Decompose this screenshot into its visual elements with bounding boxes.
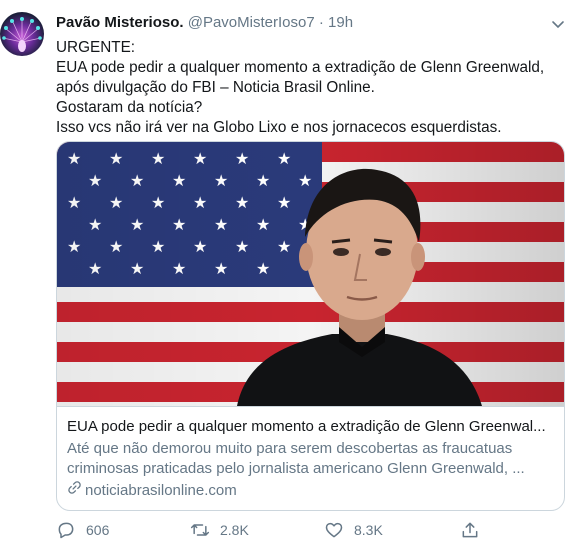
tweet-text-line: EUA pode pedir a qualquer momento a extr…: [56, 59, 545, 76]
reply-button[interactable]: 606: [56, 518, 109, 542]
tweet-text-line: URGENTE:: [56, 39, 136, 56]
heart-icon: [324, 520, 344, 540]
like-button[interactable]: 8.3K: [324, 518, 383, 542]
card-body: EUA pode pedir a qualquer momento a extr…: [67, 417, 554, 501]
card-domain-text: noticiabrasilonline.com: [85, 481, 237, 499]
author-handle[interactable]: @PavoMisterIoso7: [188, 14, 315, 31]
tweet-text-line: Isso vcs não irá ver na Globo Lixo e nos…: [56, 119, 502, 136]
reply-count: 606: [86, 522, 110, 538]
card-image: ★★★★★★ ★★★★★★ ★★★★★★ ★★★★★★ ★★★★★★ ★★★★★: [57, 142, 564, 407]
tweet-text-line: Gostaram da notícia?: [56, 99, 203, 116]
tweet-text-line: após divulgação do FBI – Noticia Brasil …: [56, 79, 375, 96]
author-avatar[interactable]: [0, 12, 44, 56]
author-name[interactable]: Pavão Misterioso.: [56, 14, 184, 31]
card-description-line: Até que não demorou muito para serem des…: [67, 440, 513, 457]
retweet-count: 2.8K: [220, 522, 249, 538]
link-preview-card[interactable]: ★★★★★★ ★★★★★★ ★★★★★★ ★★★★★★ ★★★★★★ ★★★★★: [56, 141, 565, 511]
card-description-line: criminosas praticadas pelo jornalista am…: [67, 460, 525, 477]
share-button[interactable]: [460, 518, 480, 542]
link-icon: [67, 480, 82, 501]
tweet-timestamp[interactable]: 19h: [328, 14, 353, 31]
retweet-button[interactable]: 2.8K: [190, 518, 249, 542]
separator-dot: ·: [318, 14, 324, 31]
reply-icon: [56, 520, 76, 540]
card-title: EUA pode pedir a qualquer momento a extr…: [67, 418, 546, 435]
tweet-actions: 606 2.8K 8.3K: [56, 518, 496, 542]
like-count: 8.3K: [354, 522, 383, 538]
peacock-avatar-image: [2, 17, 42, 52]
tweet-header: Pavão Misterioso. @PavoMisterIoso7 · 19h: [56, 14, 562, 36]
share-icon: [460, 520, 480, 540]
retweet-icon: [190, 520, 210, 540]
more-options-chevron-icon[interactable]: [550, 16, 566, 32]
card-domain: noticiabrasilonline.com: [67, 480, 554, 501]
tweet-text: URGENTE: EUA pode pedir a qualquer momen…: [56, 38, 566, 138]
card-description: Até que não demorou muito para serem des…: [67, 439, 554, 479]
